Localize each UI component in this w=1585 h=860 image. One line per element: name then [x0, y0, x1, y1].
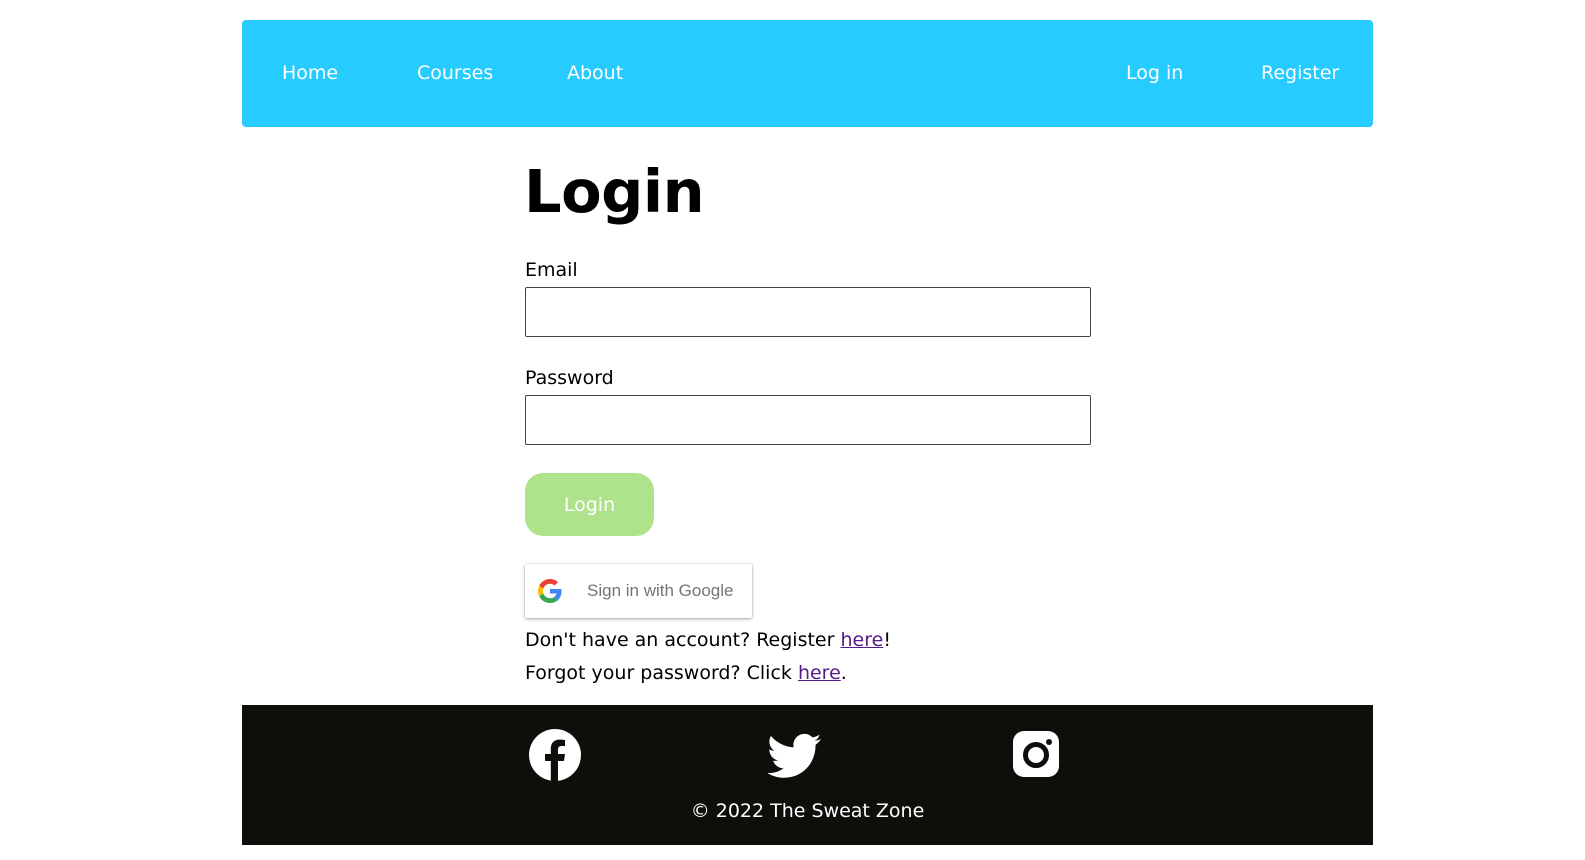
nav-home-link[interactable]: Home: [282, 20, 338, 127]
login-button[interactable]: Login: [525, 473, 654, 536]
page-title: Login: [524, 157, 705, 226]
nav-courses-link[interactable]: Courses: [417, 20, 493, 127]
nav-about-link[interactable]: About: [567, 20, 623, 127]
nav-register-link[interactable]: Register: [1261, 20, 1339, 127]
email-field[interactable]: [525, 287, 1091, 337]
password-field[interactable]: [525, 395, 1091, 445]
copyright-text: © 2022 The Sweat Zone: [690, 800, 925, 822]
email-label: Email: [525, 259, 578, 281]
google-signin-label: Sign in with Google: [587, 581, 734, 600]
google-signin-button[interactable]: Sign in with Google: [525, 564, 752, 618]
instagram-icon[interactable]: [1010, 728, 1064, 782]
forgot-password-prompt: Forgot your password? Click here.: [525, 661, 847, 685]
register-prompt-suffix: !: [883, 629, 891, 651]
footer: © 2022 The Sweat Zone: [242, 705, 1373, 845]
forgot-here-link[interactable]: here: [798, 662, 841, 684]
register-prompt: Don't have an account? Register here!: [525, 628, 891, 652]
twitter-icon[interactable]: [768, 728, 822, 782]
password-label: Password: [525, 367, 614, 389]
nav-login-link[interactable]: Log in: [1126, 20, 1183, 127]
facebook-icon[interactable]: [528, 728, 582, 782]
register-here-link[interactable]: here: [840, 629, 883, 651]
forgot-prompt-text: Forgot your password? Click: [525, 662, 798, 684]
forgot-prompt-suffix: .: [840, 662, 847, 684]
google-icon: [538, 579, 562, 603]
navbar: Home Courses About Log in Register: [242, 20, 1373, 127]
register-prompt-text: Don't have an account? Register: [525, 629, 841, 651]
